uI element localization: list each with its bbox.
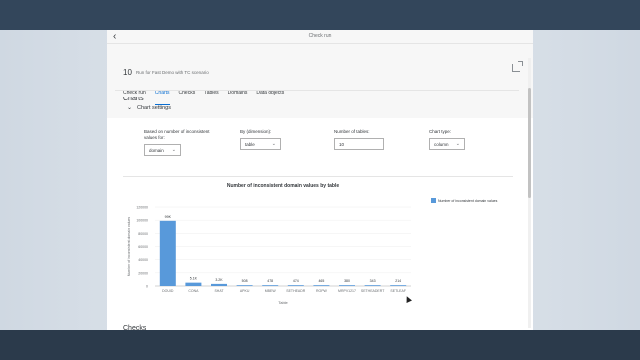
chart-settings-toggle[interactable]: ⌄ Chart settings [127, 104, 171, 112]
bar [211, 283, 227, 286]
y-tick-label: 80000 [138, 232, 148, 236]
x-tick-label: APKU [240, 289, 250, 293]
bar [339, 285, 355, 286]
bottom-frame [0, 330, 640, 360]
chevron-down-icon: ⌄ [271, 141, 276, 147]
tab-checks[interactable]: Checks [179, 90, 196, 102]
chart-title: Number of inconsistent domain values by … [227, 183, 339, 189]
x-axis-label: Table [278, 300, 288, 305]
dimension-field: By (dimension): [240, 129, 271, 135]
tab-charts[interactable]: Charts [154, 90, 170, 105]
dimension-value: table [245, 142, 255, 147]
divider [115, 90, 519, 91]
data-label: 465 [318, 279, 324, 283]
bar-chart: Number of inconsistent domain values by … [127, 183, 498, 305]
dimension-label: By (dimension): [240, 129, 272, 134]
data-label: 3.2K [215, 278, 223, 282]
bar [185, 282, 202, 286]
y-tick-label: 120000 [136, 206, 148, 210]
y-tick-label: 0 [146, 285, 148, 289]
num-tables-field: Number of tables: [334, 129, 370, 135]
bar [287, 285, 304, 286]
num-tables-label: Number of tables: [334, 129, 370, 134]
data-label: 343 [370, 279, 376, 283]
y-axis-label: Number of inconsistent domain values [127, 217, 131, 277]
bar [262, 285, 279, 286]
tab-tables[interactable]: Tables [204, 90, 218, 102]
bar [236, 285, 253, 286]
based-on-value: domain [149, 148, 164, 153]
run-id: 10 [123, 68, 132, 77]
data-label: 214 [395, 279, 401, 283]
chart-type-field: Chart type: [429, 129, 451, 135]
bar [390, 285, 407, 286]
chart-settings-title: Chart settings [137, 104, 171, 111]
x-tick-label: SETHEADERT [361, 289, 385, 293]
x-tick-label: SHAT [214, 289, 224, 293]
chart-type-label: Chart type: [429, 129, 452, 134]
data-label: 478 [267, 279, 273, 283]
data-label: 5.1K [190, 277, 198, 281]
num-tables-input[interactable]: 10 [334, 138, 384, 150]
y-tick-label: 20000 [138, 271, 148, 275]
chevron-down-icon: ⌄ [171, 147, 176, 153]
chart-type-select[interactable]: column ⌄ [429, 138, 465, 150]
tab-bar: Check run Charts Checks Tables Domains D… [123, 90, 284, 105]
y-tick-label: 100000 [136, 219, 148, 223]
run-name: Run for Fast Demo with TC scenario [136, 70, 209, 75]
chart-type-value: column [434, 142, 449, 147]
chart-container: Number of inconsistent domain values by … [123, 176, 513, 306]
y-tick-label: 60000 [138, 245, 148, 249]
dimension-select[interactable]: table ⌄ [240, 138, 281, 150]
scrollbar[interactable] [528, 58, 531, 328]
checks-heading: Checks [123, 325, 147, 330]
x-tick-label: MBEW [265, 289, 277, 293]
scroll-thumb[interactable] [528, 88, 531, 198]
top-frame [0, 0, 640, 30]
data-label: 380 [344, 279, 350, 283]
based-on-select[interactable]: domain ⌄ [144, 144, 181, 156]
legend-swatch [431, 198, 436, 203]
data-label: 508 [242, 279, 248, 283]
x-tick-label: SETLEAF [390, 289, 406, 293]
bar [313, 285, 330, 286]
legend-label: Number of inconsistent domain values [438, 199, 498, 203]
bar [364, 285, 381, 286]
x-tick-label: MRPV1217 [338, 289, 356, 293]
tab-domains[interactable]: Domains [228, 90, 248, 102]
shell-title: Check run [308, 33, 332, 39]
data-label: 474 [293, 279, 299, 283]
share-icon[interactable] [512, 61, 523, 72]
x-tick-label: CONA [188, 289, 199, 293]
chevron-down-icon: ⌄ [127, 105, 133, 111]
data-label: 99K [165, 215, 172, 219]
x-tick-label: DOUID [162, 289, 174, 293]
tab-data-objects[interactable]: Data objects [256, 90, 284, 102]
chevron-down-icon: ⌄ [455, 141, 460, 147]
section-title: Charts [123, 97, 144, 102]
num-tables-value: 10 [339, 142, 345, 147]
bar [159, 220, 176, 286]
y-tick-label: 40000 [138, 258, 148, 262]
based-on-field: Based on number of inconsistent values f… [144, 129, 214, 140]
based-on-label: Based on number of inconsistent values f… [144, 129, 210, 140]
app-window: ‹ Check run 10 Run for Fast Demo with TC… [107, 30, 533, 330]
x-tick-label: SETHEADR [286, 289, 306, 293]
x-tick-label: ROPW [316, 289, 328, 293]
shell-bar: ‹ Check run [107, 30, 533, 44]
